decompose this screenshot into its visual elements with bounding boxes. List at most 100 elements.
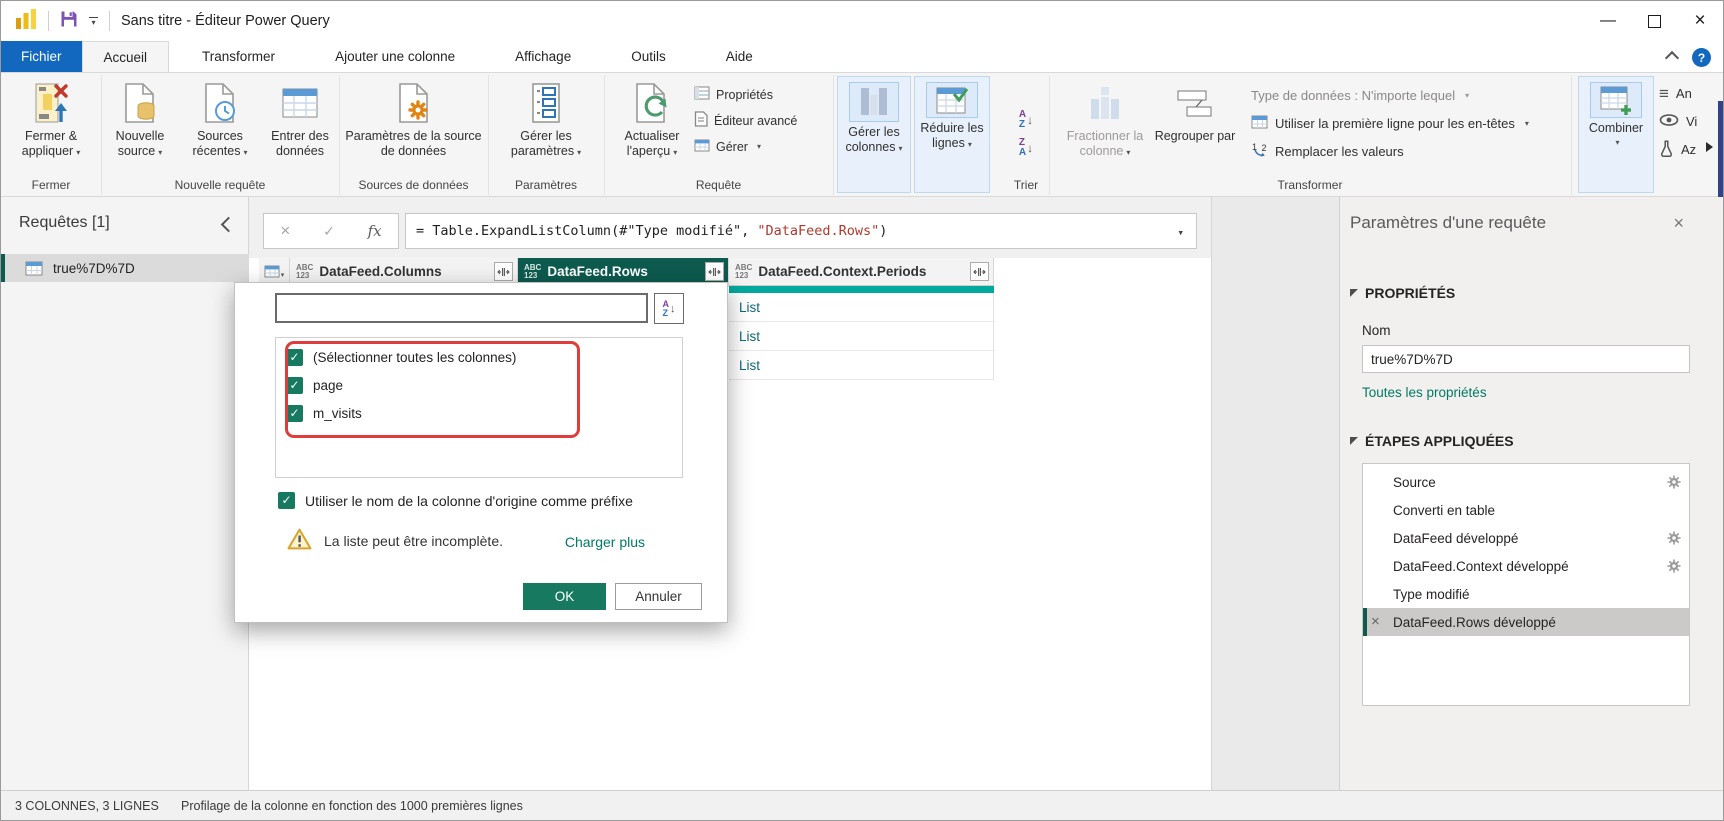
- dialog-search-input[interactable]: [275, 293, 648, 323]
- replace-values-button[interactable]: 12 Remplacer les valeurs: [1251, 141, 1404, 162]
- azure-ml-flask-icon-button[interactable]: Az: [1659, 139, 1696, 160]
- list-link[interactable]: List: [739, 358, 760, 373]
- split-column-button[interactable]: Fractionner la colonne▾: [1059, 77, 1151, 159]
- text-analytics-icon: ≡: [1659, 87, 1669, 101]
- tab-transformer[interactable]: Transformer: [181, 41, 296, 72]
- formula-button-box: × ✓ fx: [263, 213, 399, 249]
- close-and-apply-button[interactable]: Fermer & appliquer▾: [3, 77, 99, 159]
- applied-step[interactable]: DataFeed.Context développé: [1363, 552, 1689, 580]
- tab-ajouter-une-colonne[interactable]: Ajouter une colonne: [314, 41, 476, 72]
- data-source-settings-button[interactable]: Paramètres de la source de données: [344, 77, 484, 159]
- tab-outils[interactable]: Outils: [610, 41, 687, 72]
- group-label-trier: Trier: [1003, 178, 1049, 192]
- checkbox-checked-icon[interactable]: ✓: [286, 377, 303, 394]
- list-link[interactable]: List: [739, 329, 760, 344]
- load-more-link[interactable]: Charger plus: [565, 534, 645, 550]
- applied-step[interactable]: Converti en table: [1363, 496, 1689, 524]
- expand-column-icon[interactable]: [494, 262, 513, 281]
- list-link[interactable]: List: [739, 300, 760, 315]
- expand-column-icon[interactable]: [970, 262, 989, 281]
- step-gear-icon[interactable]: [1667, 475, 1681, 492]
- data-type-dropdown[interactable]: Type de données : N'importe lequel▾: [1251, 85, 1469, 106]
- ai-text-analytics-button[interactable]: ≡ An: [1659, 83, 1692, 104]
- settings-close-icon[interactable]: ×: [1673, 213, 1684, 234]
- tab-accueil[interactable]: Accueil: [82, 41, 170, 72]
- collapse-queries-panel-icon[interactable]: [221, 217, 237, 233]
- query-list-item[interactable]: true%7D%7D: [1, 254, 249, 282]
- use-original-column-name-option[interactable]: ✓ Utiliser le nom de la colonne d'origin…: [278, 492, 633, 509]
- new-source-button[interactable]: Nouvelle source▾: [101, 77, 179, 159]
- quick-access-toolbar-caret-icon[interactable]: ▾: [89, 17, 98, 25]
- ribbon: Fermer & appliquer▾ Fermer Nouvelle sour…: [1, 73, 1723, 197]
- data-source-settings-icon: [397, 80, 431, 126]
- save-icon[interactable]: [60, 10, 78, 33]
- settings-panel-title: Paramètres d'une requête: [1350, 213, 1546, 233]
- checkbox-checked-icon[interactable]: ✓: [286, 349, 303, 366]
- pane-gap: [1211, 197, 1339, 790]
- delete-step-icon[interactable]: ×: [1371, 608, 1380, 636]
- checkbox-checked-icon[interactable]: ✓: [286, 405, 303, 422]
- checkbox-checked-icon[interactable]: ✓: [278, 492, 295, 509]
- refresh-preview-icon: [634, 80, 670, 126]
- ok-button[interactable]: OK: [523, 583, 606, 610]
- group-by-button[interactable]: Regrouper par: [1153, 77, 1237, 144]
- combine-button[interactable]: Combiner ▾: [1580, 79, 1652, 147]
- dialog-sort-az-button[interactable]: AZ↓: [654, 293, 684, 324]
- queries-panel-header: Requêtes [1]: [19, 214, 110, 232]
- dialog-list-item[interactable]: ✓ page: [276, 371, 682, 399]
- sort-ascending-icon[interactable]: AZ↓: [1019, 110, 1033, 130]
- formula-cancel-icon[interactable]: ×: [280, 221, 290, 241]
- advanced-editor-button[interactable]: Éditeur avancé: [694, 110, 797, 131]
- enter-data-button[interactable]: Entrer des données: [261, 77, 339, 159]
- applied-step[interactable]: Type modifié: [1363, 580, 1689, 608]
- tab-fichier[interactable]: Fichier: [1, 41, 82, 72]
- table-row: List: [729, 322, 994, 351]
- sort-descending-icon[interactable]: ZA↓: [1019, 138, 1033, 158]
- query-name-input[interactable]: [1362, 345, 1690, 373]
- power-bi-logo-icon: [15, 8, 37, 35]
- column-type-icon: ABC123: [735, 264, 752, 280]
- refresh-preview-button[interactable]: Actualiser l'aperçu▾: [612, 77, 692, 159]
- properties-button[interactable]: Propriétés: [694, 84, 773, 105]
- close-button[interactable]: ×: [1677, 1, 1723, 41]
- maximize-button[interactable]: [1631, 1, 1677, 41]
- manage-columns-button[interactable]: Gérer les colonnes▾: [839, 79, 909, 155]
- dialog-list-item[interactable]: ✓ (Sélectionner toutes les colonnes): [276, 343, 682, 371]
- step-gear-icon[interactable]: [1667, 531, 1681, 548]
- ai-vision-button[interactable]: Vi: [1659, 111, 1697, 132]
- column-header-datafeed-context-periods[interactable]: ABC123 DataFeed.Context.Periods: [729, 258, 994, 286]
- applied-steps-section-header[interactable]: ÉTAPES APPLIQUÉES: [1350, 433, 1514, 449]
- formula-input[interactable]: = Table.ExpandListColumn(#"Type modifié"…: [405, 213, 1197, 249]
- all-properties-link[interactable]: Toutes les propriétés: [1362, 385, 1487, 400]
- enter-data-icon: [282, 80, 318, 126]
- help-icon[interactable]: ?: [1692, 48, 1711, 67]
- divider: [109, 11, 110, 31]
- expand-column-icon[interactable]: [705, 262, 724, 281]
- formula-accept-icon[interactable]: ✓: [323, 223, 335, 240]
- recent-sources-button[interactable]: Sources récentes▾: [181, 77, 259, 159]
- collapse-ribbon-icon[interactable]: [1665, 51, 1679, 65]
- minimize-button[interactable]: —: [1585, 1, 1631, 41]
- dialog-list-item[interactable]: ✓ m_visits: [276, 399, 682, 427]
- tab-aide[interactable]: Aide: [705, 41, 774, 72]
- tab-affichage[interactable]: Affichage: [494, 41, 592, 72]
- applied-step[interactable]: Source: [1363, 468, 1689, 496]
- manage-query-button[interactable]: Gérer▾: [694, 136, 761, 157]
- manage-parameters-button[interactable]: Gérer les paramètres▾: [494, 77, 598, 159]
- step-gear-icon[interactable]: [1667, 559, 1681, 576]
- cancel-button[interactable]: Annuler: [615, 583, 702, 610]
- vision-eye-icon: [1659, 114, 1679, 129]
- section-collapse-icon: [1350, 289, 1358, 297]
- properties-section-header[interactable]: PROPRIÉTÉS: [1350, 285, 1455, 301]
- status-profiling[interactable]: Profilage de la colonne en fonction des …: [181, 799, 523, 813]
- queries-panel: Requêtes [1] true%7D%7D: [1, 197, 249, 790]
- use-first-row-headers-button[interactable]: Utiliser la première ligne pour les en-t…: [1251, 113, 1529, 134]
- ribbon-tab-bar: Fichier Accueil Transformer Ajouter une …: [1, 41, 1723, 73]
- applied-step-selected[interactable]: × DataFeed.Rows développé: [1363, 608, 1689, 636]
- ribbon-scroll-right-icon[interactable]: [1706, 142, 1713, 152]
- manage-query-icon: [694, 139, 710, 155]
- reduce-rows-button[interactable]: Réduire les lignes▾: [916, 79, 988, 151]
- formula-expand-icon[interactable]: ▾: [1177, 226, 1184, 239]
- applied-step[interactable]: DataFeed développé: [1363, 524, 1689, 552]
- section-collapse-icon: [1350, 437, 1358, 445]
